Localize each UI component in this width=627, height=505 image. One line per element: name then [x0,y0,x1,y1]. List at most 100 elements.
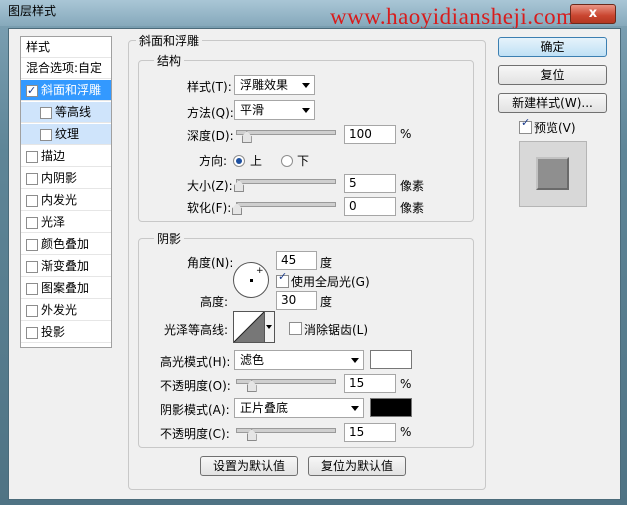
style-list-item-label: 内发光 [41,193,78,207]
direction-label: 方向: [199,154,228,168]
shadow-opacity-input[interactable]: 15 [344,423,396,442]
new-style-button[interactable]: 新建样式(W)... [498,93,607,113]
style-list-item[interactable]: 描边 [21,146,111,167]
style-checkbox[interactable] [26,239,38,251]
style-checkbox[interactable] [26,217,38,229]
technique-select[interactable]: 平滑 [234,100,315,120]
style-label: 样式(T): [187,80,232,94]
shadow-mode-label: 阴影模式(A): [160,403,230,417]
contour-curve-icon [234,312,264,342]
style-list-item-label: 外发光 [41,303,78,317]
style-list-item[interactable]: 纹理 [21,124,111,145]
style-list-header-label: 样式 [26,40,51,54]
angle-dial[interactable]: + [233,262,269,298]
style-list-item-label: 纹理 [55,127,80,141]
highlight-opacity-label: 不透明度(O): [160,379,231,393]
technique-label: 方法(Q): [187,106,234,120]
style-list-item[interactable]: 内阴影 [21,168,111,189]
global-light-checkbox[interactable] [276,270,289,288]
highlight-mode-label: 高光模式(H): [160,355,231,369]
style-list-item[interactable]: 图案叠加 [21,278,111,299]
style-list-item-label: 斜面和浮雕 [41,83,102,97]
shadow-mode-value: 正片叠底 [240,401,289,415]
shadow-mode-select[interactable]: 正片叠底 [234,398,364,418]
style-list-item[interactable]: 等高线 [21,102,111,123]
crosshair-icon: + [256,266,264,276]
global-light-label: 使用全局光(G) [291,275,370,289]
angle-input[interactable]: 45 [276,251,317,270]
size-slider[interactable] [236,179,336,184]
soften-input[interactable]: 0 [344,197,396,216]
highlight-opacity-unit: % [400,377,412,391]
watermark-text: www.haoyidiansheji.com [330,4,575,29]
close-button[interactable]: x [570,4,616,24]
chevron-down-icon [302,83,310,88]
size-label: 大小(Z): [187,179,233,193]
chevron-down-icon [351,406,359,411]
style-checkbox[interactable] [26,151,38,163]
soften-slider[interactable] [236,202,336,207]
highlight-mode-select[interactable]: 滤色 [234,350,364,370]
style-checkbox[interactable] [26,261,38,273]
style-checkbox[interactable] [26,173,38,185]
style-list-item[interactable]: 内发光 [21,190,111,211]
depth-input[interactable]: 100 [344,125,396,144]
style-list-item[interactable]: 投影 [21,322,111,343]
style-checkbox[interactable] [26,80,38,101]
depth-slider[interactable] [236,130,336,135]
style-checkbox[interactable] [26,283,38,295]
shadow-color-swatch[interactable] [370,398,412,417]
gloss-contour-preview[interactable] [233,311,265,343]
ok-button[interactable]: 确定 [498,37,607,57]
reset-button[interactable]: 复位 [498,65,607,85]
style-list-item-label: 投影 [41,325,66,339]
gloss-contour-label: 光泽等高线: [164,323,229,337]
altitude-unit: 度 [320,295,333,309]
preview-checkbox[interactable] [519,116,532,134]
style-list-item[interactable]: 外发光 [21,300,111,321]
style-list-item[interactable]: 渐变叠加 [21,256,111,277]
style-checkbox[interactable] [26,305,38,317]
structure-title: 结构 [154,52,185,69]
style-select[interactable]: 浮雕效果 [234,75,315,95]
make-default-button[interactable]: 设置为默认值 [200,456,298,476]
dial-center-dot [250,279,253,282]
highlight-color-swatch[interactable] [370,350,412,369]
altitude-label: 高度: [200,295,229,309]
style-list-item-label: 图案叠加 [41,281,90,295]
style-checkbox[interactable] [40,129,52,141]
style-checkbox[interactable] [26,327,38,339]
chevron-down-icon [302,108,310,113]
preview-square [536,157,569,190]
window-title: 图层样式 [8,4,57,18]
style-list-header[interactable]: 样式 [21,37,111,58]
angle-label: 角度(N): [187,256,234,270]
shadow-opacity-unit: % [400,425,412,439]
preview-label: 预览(V) [534,121,576,135]
direction-down-label: 下 [297,154,310,168]
contour-dropdown-button[interactable] [264,311,275,343]
highlight-opacity-input[interactable]: 15 [344,374,396,393]
direction-down-radio[interactable] [281,155,293,167]
style-list-item-label: 描边 [41,149,66,163]
style-list-item[interactable]: 颜色叠加 [21,234,111,255]
technique-select-value: 平滑 [240,103,265,117]
depth-unit: % [400,127,412,141]
style-checkbox[interactable] [40,107,52,119]
reset-to-default-button[interactable]: 复位为默认值 [308,456,406,476]
style-list-item[interactable]: 光泽 [21,212,111,233]
style-checkbox[interactable] [26,195,38,207]
direction-up-label: 上 [250,154,263,168]
anti-aliased-label: 消除锯齿(L) [304,323,369,337]
style-list-item-label: 光泽 [41,215,66,229]
style-list-item-label: 渐变叠加 [41,259,90,273]
size-input[interactable]: 5 [344,174,396,193]
direction-up-radio[interactable] [233,155,245,167]
anti-aliased-checkbox[interactable] [289,322,302,335]
altitude-input[interactable]: 30 [276,291,317,310]
soften-label: 软化(F): [187,201,232,215]
style-list-item[interactable]: 斜面和浮雕 [21,80,111,101]
depth-label: 深度(D): [187,129,234,143]
angle-unit: 度 [320,256,333,270]
style-list-item[interactable]: 混合选项:自定 [21,58,111,79]
